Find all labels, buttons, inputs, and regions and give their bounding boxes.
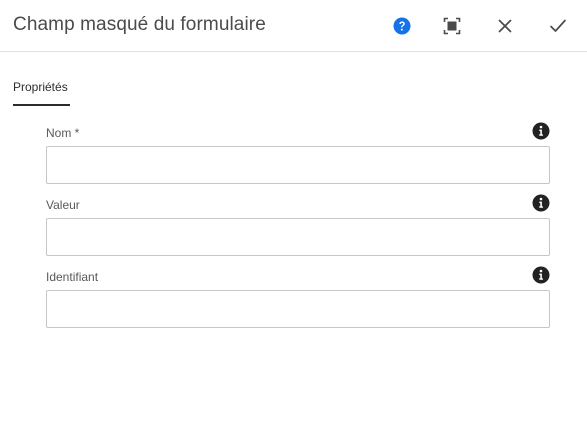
- field-name-label: Nom *: [46, 126, 80, 140]
- fullscreen-button[interactable]: [440, 13, 464, 39]
- help-icon: [393, 17, 411, 35]
- field-identifier-label: Identifiant: [46, 270, 99, 284]
- name-input[interactable]: [46, 146, 550, 184]
- dialog: Champ masqué du formulaire Propriétés No…: [0, 0, 587, 423]
- close-icon: [498, 19, 512, 33]
- identifier-input[interactable]: [46, 290, 550, 328]
- close-button[interactable]: [493, 13, 517, 39]
- field-value-label: Valeur: [46, 198, 80, 212]
- done-button[interactable]: [546, 13, 570, 39]
- tab-list: Propriétés: [13, 78, 70, 106]
- tab-properties[interactable]: Propriétés: [13, 80, 70, 106]
- fullscreen-icon: [443, 17, 461, 35]
- dialog-title: Champ masqué du formulaire: [13, 14, 266, 35]
- info-icon[interactable]: [532, 122, 550, 140]
- info-icon[interactable]: [532, 194, 550, 212]
- checkmark-icon: [550, 19, 566, 32]
- info-icon[interactable]: [532, 266, 550, 284]
- value-input[interactable]: [46, 218, 550, 256]
- dialog-header: Champ masqué du formulaire: [0, 0, 587, 52]
- help-button[interactable]: [390, 13, 414, 39]
